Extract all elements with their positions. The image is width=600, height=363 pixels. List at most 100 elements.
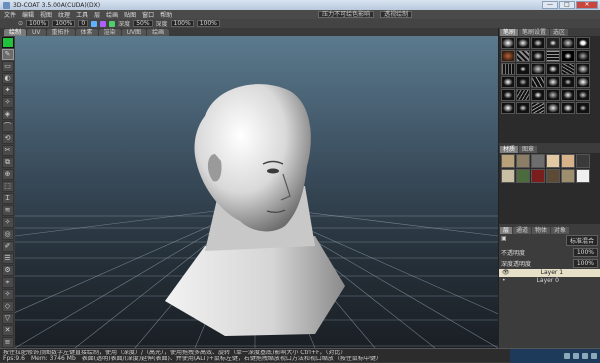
brush-swatch[interactable] xyxy=(501,50,515,62)
material-swatch[interactable] xyxy=(501,154,515,168)
material-swatch[interactable] xyxy=(576,169,590,183)
brush-swatch[interactable] xyxy=(546,63,560,75)
brush-swatch[interactable] xyxy=(501,89,515,101)
material-swatch[interactable] xyxy=(501,169,515,183)
triangle-tool-icon[interactable]: ▽ xyxy=(1,313,14,324)
material-swatch[interactable] xyxy=(561,154,575,168)
pen-tool-icon[interactable]: ✐ xyxy=(1,241,14,252)
tab-brushes[interactable]: 笔刷 xyxy=(500,29,519,36)
brush-swatch[interactable] xyxy=(531,102,545,114)
brush-swatch[interactable] xyxy=(561,63,575,75)
text-tool-icon[interactable]: Ɪ xyxy=(1,193,14,204)
scale-field[interactable]: 100% xyxy=(196,20,220,27)
brush-swatch[interactable] xyxy=(561,37,575,49)
brush-tool-icon[interactable]: ✎ xyxy=(1,49,14,60)
sparkle-tool-icon[interactable]: ✧ xyxy=(1,217,14,228)
brush-swatch[interactable] xyxy=(546,89,560,101)
tab-stamps[interactable]: 图章 xyxy=(519,146,538,153)
minimize-button[interactable]: — xyxy=(542,1,558,9)
material-chip-icon[interactable] xyxy=(100,20,107,27)
tab-uv[interactable]: UV xyxy=(27,29,46,36)
close-button[interactable]: ✕ xyxy=(576,1,598,9)
copy-tool-icon[interactable]: ⧉ xyxy=(1,157,14,168)
select-tool-icon[interactable]: ⬚ xyxy=(1,181,14,192)
tab-painting[interactable]: 绘画 xyxy=(147,29,170,36)
eye-icon[interactable]: 👁 xyxy=(502,269,510,277)
cut-tool-icon[interactable]: ✂ xyxy=(1,145,14,156)
brush-swatch[interactable] xyxy=(546,37,560,49)
smudge-tool-icon[interactable]: ✧ xyxy=(1,97,14,108)
menu-map[interactable]: 贴图 xyxy=(124,10,136,19)
pressure-dropdown[interactable]: 压力不可绘色影响 xyxy=(318,11,375,18)
brush-swatch[interactable] xyxy=(516,89,530,101)
menu-help[interactable]: 帮助 xyxy=(160,10,172,19)
crosshair-tool-icon[interactable]: ⌖ xyxy=(1,277,14,288)
add-tool-icon[interactable]: ⊕ xyxy=(1,169,14,180)
menu-tools[interactable]: 工具 xyxy=(76,10,88,19)
3d-viewport[interactable] xyxy=(15,36,498,348)
brush-swatch[interactable] xyxy=(576,89,590,101)
brush-swatch[interactable] xyxy=(576,76,590,88)
target-tool-icon[interactable]: ◎ xyxy=(1,229,14,240)
material-swatch[interactable] xyxy=(531,169,545,183)
tab-render[interactable]: 渲染 xyxy=(98,29,121,36)
wave-tool-icon[interactable]: ≋ xyxy=(1,205,14,216)
tray-icon[interactable] xyxy=(573,353,579,359)
blend-mode-dropdown[interactable]: 标准混合 xyxy=(565,235,598,246)
rotate-field[interactable]: 0 xyxy=(78,20,89,27)
tab-uvmap[interactable]: UV图 xyxy=(121,29,147,36)
curve-tool-icon[interactable]: ⌒ xyxy=(1,121,14,132)
tab-channels[interactable]: 通道 xyxy=(513,227,532,234)
projection-dropdown[interactable]: 透视绘制 xyxy=(380,11,413,18)
brush-swatch[interactable] xyxy=(516,102,530,114)
brush-swatch[interactable] xyxy=(561,89,575,101)
depth-field[interactable]: 50% xyxy=(133,20,153,27)
tab-brush-settings[interactable]: 笔刷设置 xyxy=(519,29,550,36)
brush-swatch[interactable] xyxy=(546,76,560,88)
rect-tool-icon[interactable]: ▭ xyxy=(1,61,14,72)
brush-swatch[interactable] xyxy=(501,76,515,88)
diamond-tool-icon[interactable]: ◇ xyxy=(1,301,14,312)
menu-file[interactable]: 文件 xyxy=(4,10,16,19)
tab-selection[interactable]: 选区 xyxy=(550,29,569,36)
material-swatch[interactable] xyxy=(531,154,545,168)
menu-edit[interactable]: 编辑 xyxy=(22,10,34,19)
tab-items[interactable]: 对象 xyxy=(551,227,570,234)
tray-icon[interactable] xyxy=(591,353,597,359)
list-tool-icon[interactable]: ☰ xyxy=(1,253,14,264)
tab-objects[interactable]: 物体 xyxy=(532,227,551,234)
tab-materials[interactable]: 材质 xyxy=(500,146,519,153)
brush-swatch[interactable] xyxy=(561,102,575,114)
rotate-tool-icon[interactable]: ⟲ xyxy=(1,133,14,144)
brush-swatch[interactable] xyxy=(546,102,560,114)
airbrush-tool-icon[interactable]: ✦ xyxy=(1,85,14,96)
material-swatch[interactable] xyxy=(516,154,530,168)
lines-tool-icon[interactable]: ≡ xyxy=(1,337,14,348)
brush-swatch[interactable] xyxy=(501,37,515,49)
menu-layer[interactable]: 层 xyxy=(94,10,100,19)
brush-swatch[interactable] xyxy=(501,63,515,75)
tab-layers[interactable]: 层 xyxy=(500,227,513,234)
menu-window[interactable]: 窗口 xyxy=(142,10,154,19)
material-swatch[interactable] xyxy=(546,154,560,168)
tab-retopo[interactable]: 重拓扑 xyxy=(46,29,75,36)
brush-swatch[interactable] xyxy=(576,37,590,49)
fill-tool-icon[interactable]: ◐ xyxy=(1,73,14,84)
brush-swatch[interactable] xyxy=(576,50,590,62)
layer-row[interactable]: • Layer 0 xyxy=(499,277,600,285)
brush-swatch[interactable] xyxy=(576,63,590,75)
tray-icon[interactable] xyxy=(582,353,588,359)
brush-swatch[interactable] xyxy=(546,50,560,62)
brush-swatch[interactable] xyxy=(561,76,575,88)
maximize-button[interactable]: □ xyxy=(559,1,575,9)
tab-paint[interactable]: 绘制 xyxy=(4,29,27,36)
field-b[interactable]: 100% xyxy=(52,20,76,27)
brush-swatch[interactable] xyxy=(516,37,530,49)
brush-swatch[interactable] xyxy=(531,76,545,88)
brush-swatch[interactable] xyxy=(531,37,545,49)
opacity-field[interactable]: 100% xyxy=(572,248,598,257)
menu-texture[interactable]: 纹理 xyxy=(58,10,70,19)
brush-swatch[interactable] xyxy=(516,76,530,88)
brush-swatch[interactable] xyxy=(501,102,515,114)
depth2-field[interactable]: 100% xyxy=(170,20,194,27)
